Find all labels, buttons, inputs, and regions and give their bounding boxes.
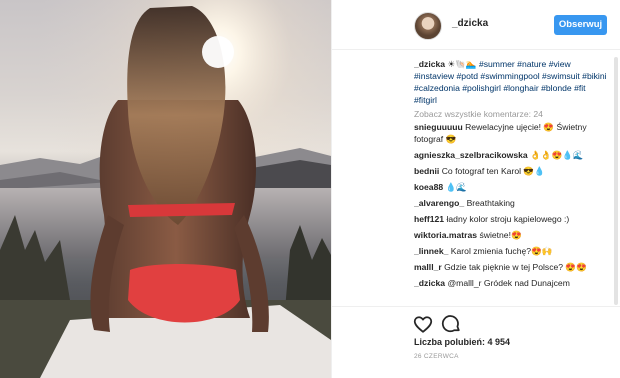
comment-item: bednii Co fotograf ten Karol 😎💧 xyxy=(414,165,609,177)
hashtag-link[interactable]: #bikini xyxy=(582,71,606,81)
comment-text: Co fotograf ten Karol 😎💧 xyxy=(441,166,545,176)
comment-item: koea88 💧🌊 xyxy=(414,181,609,193)
view-all-comments-link[interactable]: Zobacz wszystkie komentarze: 24 xyxy=(414,108,609,120)
post-photo[interactable] xyxy=(0,0,331,378)
comment-text: Karol zmienia fuchę?😍🙌 xyxy=(450,246,553,256)
post-header: _dzicka Obserwuj xyxy=(332,0,620,50)
comment-text: świetne!😍 xyxy=(479,230,522,240)
comment-text: ładny kolor stroju kąpielowego :) xyxy=(446,214,570,224)
comment-text: 👌👌😍💧🌊 xyxy=(530,150,584,160)
hashtag-link[interactable]: #swimmingpool xyxy=(480,71,539,81)
hashtag-link[interactable]: #fitgirl xyxy=(414,95,437,105)
comment-username[interactable]: heff121 xyxy=(414,214,444,224)
comment-item: heff121 ładny kolor stroju kąpielowego :… xyxy=(414,213,609,225)
follow-button[interactable]: Obserwuj xyxy=(554,15,607,35)
comment-text: Breathtaking xyxy=(466,198,515,208)
comment-username[interactable]: _dzicka xyxy=(414,278,445,288)
comment-item: agnieszka_szelbracikowska 👌👌😍💧🌊 xyxy=(414,149,609,161)
comment-text: 💧🌊 xyxy=(445,182,467,192)
comment-username[interactable]: _alvarengo_ xyxy=(414,198,464,208)
comments-list: _dzicka ☀🐚🏊 #summer #nature #view #insta… xyxy=(414,58,609,304)
hashtag-link[interactable]: #polishgirl xyxy=(462,83,501,93)
comment-username[interactable]: koea88 xyxy=(414,182,443,192)
hashtag-link[interactable]: #instaview xyxy=(414,71,454,81)
caption-username[interactable]: _dzicka xyxy=(414,59,445,69)
hashtag-link[interactable]: #potd xyxy=(457,71,479,81)
comment-username[interactable]: bednii xyxy=(414,166,439,176)
avatar[interactable] xyxy=(414,12,442,40)
hashtag-link[interactable]: #blonde xyxy=(541,83,572,93)
post-actions: Liczba polubień: 4 954 26 CZERWCA xyxy=(332,306,620,378)
hashtag-link[interactable]: #calzedonia xyxy=(414,83,460,93)
hashtag-link[interactable]: #summer xyxy=(479,59,515,69)
caption: _dzicka ☀🐚🏊 #summer #nature #view #insta… xyxy=(414,58,609,106)
heart-icon[interactable] xyxy=(412,313,434,335)
likes-count[interactable]: Liczba polubień: 4 954 xyxy=(414,337,510,347)
comment-username[interactable]: snieguuuuu xyxy=(414,122,463,132)
caption-emoji: ☀🐚🏊 xyxy=(445,59,479,69)
comment-items: snieguuuuu Rewelacyjne ujęcie! 😍 Świetny… xyxy=(414,121,609,289)
comment-username[interactable]: _linnek_ xyxy=(414,246,448,256)
hashtag-link[interactable]: #nature xyxy=(517,59,546,69)
comment-username[interactable]: wiktoria.matras xyxy=(414,230,477,240)
instagram-post: _dzicka Obserwuj _dzicka ☀🐚🏊 #summer #na… xyxy=(0,0,620,378)
comment-item: _alvarengo_ Breathtaking xyxy=(414,197,609,209)
comment-text: Gdzie tak pięknie w tej Polsce? 😍😍 xyxy=(444,262,587,272)
photo-illustration xyxy=(0,0,331,378)
comment-item: wiktoria.matras świetne!😍 xyxy=(414,229,609,241)
hashtag-link[interactable]: #swimsuit xyxy=(542,71,580,81)
comment-icon[interactable] xyxy=(440,313,462,335)
comment-username[interactable]: malll_r xyxy=(414,262,442,272)
hashtag-link[interactable]: #view xyxy=(549,59,571,69)
comment-item: _linnek_ Karol zmienia fuchę?😍🙌 xyxy=(414,245,609,257)
comments-scrollbar[interactable] xyxy=(613,57,618,305)
post-date: 26 CZERWCA xyxy=(414,353,459,360)
hashtag-link[interactable]: #longhair xyxy=(503,83,538,93)
comment-item: snieguuuuu Rewelacyjne ujęcie! 😍 Świetny… xyxy=(414,121,609,145)
comment-item: malll_r Gdzie tak pięknie w tej Polsce? … xyxy=(414,261,609,273)
scrollbar-thumb[interactable] xyxy=(614,57,618,305)
author-username[interactable]: _dzicka xyxy=(452,18,488,29)
post-sidebar: _dzicka Obserwuj _dzicka ☀🐚🏊 #summer #na… xyxy=(331,0,620,378)
comment-username[interactable]: agnieszka_szelbracikowska xyxy=(414,150,528,160)
comment-item: _dzicka @malll_r Gródek nad Dunajcem xyxy=(414,277,609,289)
comment-text: @malll_r Gródek nad Dunajcem xyxy=(447,278,570,288)
hashtag-link[interactable]: #fit xyxy=(574,83,585,93)
